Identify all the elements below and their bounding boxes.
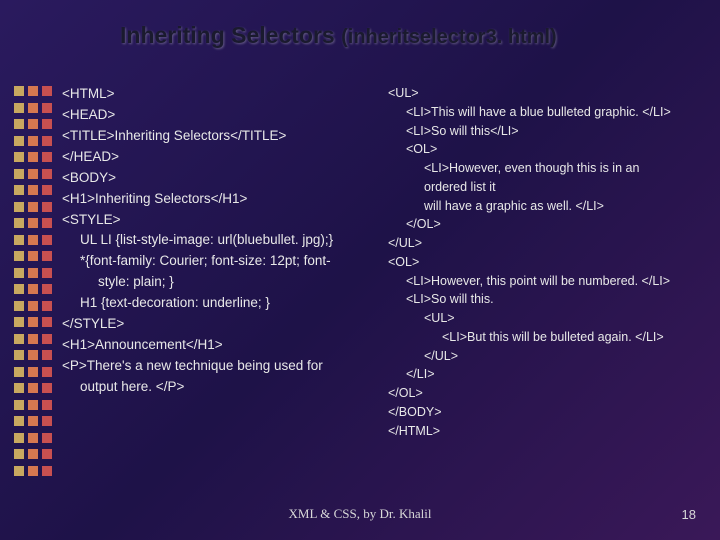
code-line: <LI>However, even though this is in an bbox=[388, 159, 698, 178]
code-line: style: plain; } bbox=[62, 272, 372, 293]
code-line: H1 {text-decoration: underline; } bbox=[62, 293, 372, 314]
code-line: <LI>So will this</LI> bbox=[388, 122, 698, 141]
code-line: </HEAD> bbox=[62, 147, 372, 168]
code-line: </UL> bbox=[388, 234, 698, 253]
code-line: output here. </P> bbox=[62, 377, 372, 398]
code-line: </BODY> bbox=[388, 403, 698, 422]
bullet-decoration bbox=[14, 86, 52, 476]
code-line: UL LI {list-style-image: url(bluebullet.… bbox=[62, 230, 372, 251]
code-line: <H1>Inheriting Selectors</H1> bbox=[62, 189, 372, 210]
code-line: <LI>But this will be bulleted again. </L… bbox=[388, 328, 698, 347]
code-line: </HTML> bbox=[388, 422, 698, 441]
slide-title: Inheriting Selectors (inheritselector3. … bbox=[120, 22, 557, 49]
code-line: <TITLE>Inheriting Selectors</TITLE> bbox=[62, 126, 372, 147]
code-line: <H1>Announcement</H1> bbox=[62, 335, 372, 356]
code-line: <HEAD> bbox=[62, 105, 372, 126]
title-main: Inheriting Selectors bbox=[120, 22, 341, 48]
code-line: <UL> bbox=[388, 84, 698, 103]
code-line: </UL> bbox=[388, 347, 698, 366]
code-line: <UL> bbox=[388, 309, 698, 328]
code-line: <BODY> bbox=[62, 168, 372, 189]
page-number: 18 bbox=[682, 507, 696, 522]
code-right-column: <UL> <LI>This will have a blue bulleted … bbox=[388, 84, 698, 440]
code-line: </STYLE> bbox=[62, 314, 372, 335]
code-line: </OL> bbox=[388, 384, 698, 403]
code-line: <P>There's a new technique being used fo… bbox=[62, 356, 372, 377]
code-line: <LI>This will have a blue bulleted graph… bbox=[388, 103, 698, 122]
code-line: </OL> bbox=[388, 215, 698, 234]
code-line: <LI>However, this point will be numbered… bbox=[388, 272, 698, 291]
code-line: <OL> bbox=[388, 140, 698, 159]
title-sub: (inheritselector3. html) bbox=[341, 26, 557, 48]
code-line: <HTML> bbox=[62, 84, 372, 105]
code-line: will have a graphic as well. </LI> bbox=[388, 197, 698, 216]
code-line: </LI> bbox=[388, 365, 698, 384]
code-left-column: <HTML> <HEAD> <TITLE>Inheriting Selector… bbox=[62, 84, 372, 398]
code-line: <OL> bbox=[388, 253, 698, 272]
code-line: ordered list it bbox=[388, 178, 698, 197]
code-line: <STYLE> bbox=[62, 210, 372, 231]
code-line: <LI>So will this. bbox=[388, 290, 698, 309]
code-line: *{font-family: Courier; font-size: 12pt;… bbox=[62, 251, 372, 272]
footer-text: XML & CSS, by Dr. Khalil bbox=[0, 506, 720, 522]
